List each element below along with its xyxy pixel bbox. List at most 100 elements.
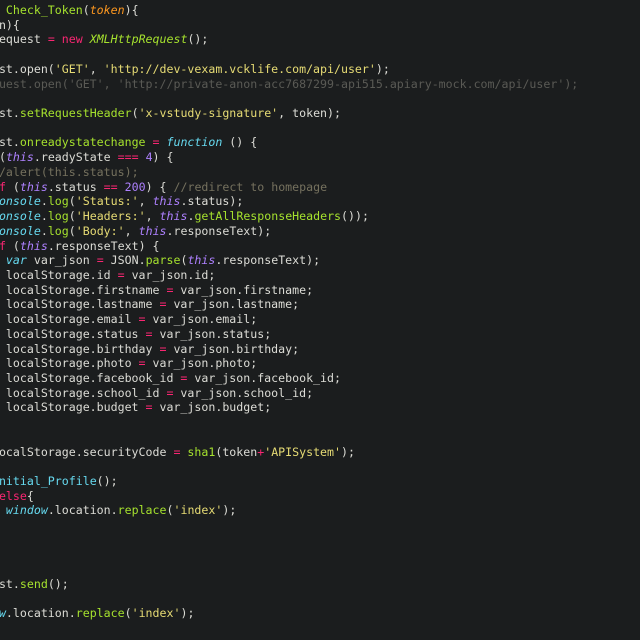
code-token: === — [117, 150, 139, 165]
code-line[interactable]: ndow.location.replace('index'); — [0, 606, 578, 621]
code-line[interactable]: console.log('Headers:', this.getAllRespo… — [0, 209, 578, 224]
code-line[interactable]: quest.open('GET', 'http://dev-vexam.vckl… — [0, 62, 578, 77]
code-token: send — [19, 577, 48, 592]
code-token: localStorage.school_id — [5, 385, 160, 400]
code-token: localStorage.firstname — [5, 282, 160, 297]
code-line[interactable]: if (this.responseText) { — [0, 239, 578, 254]
code-line[interactable] — [0, 121, 578, 136]
code-token: this — [19, 238, 48, 253]
code-line[interactable]: Initial_Profile(); — [0, 474, 578, 489]
code-line[interactable]: e{ — [0, 592, 578, 607]
code-token: var_json.email; — [145, 312, 258, 327]
code-token: this — [187, 253, 216, 268]
code-token: = — [145, 400, 153, 415]
code-line[interactable]: //alert(this.status); — [0, 165, 578, 180]
code-token: ( — [68, 194, 76, 209]
code-token: //redirect to homepage — [173, 179, 328, 194]
code-line[interactable]: var var_json = JSON.parse(this.responseT… — [0, 253, 578, 268]
code-line[interactable] — [0, 562, 578, 577]
code-token: = — [152, 135, 160, 150]
code-token: .responseText); — [215, 253, 321, 268]
code-token: console — [0, 223, 41, 238]
code-token: replace — [75, 606, 125, 621]
code-token: this — [159, 209, 188, 224]
code-line[interactable] — [0, 430, 578, 445]
code-line[interactable]: quest.onreadystatechange = function () { — [0, 135, 578, 150]
code-token: else — [0, 488, 27, 503]
code-line[interactable]: oken){ — [0, 18, 578, 33]
code-line[interactable]: localStorage.birthday = var_json.birthda… — [0, 342, 578, 357]
code-line[interactable]: console.log('Body:', this.responseText); — [0, 224, 578, 239]
code-token: .status); — [180, 194, 244, 209]
code-line[interactable]: }else{ — [0, 489, 578, 504]
code-token: ( — [5, 179, 20, 194]
code-line[interactable] — [0, 91, 578, 106]
code-token: (token — [215, 444, 258, 459]
code-token: console — [0, 194, 41, 209]
code-token: this — [5, 150, 34, 165]
code-line[interactable]: localStorage.status = var_json.status; — [0, 327, 578, 342]
code-token: Check_Token — [5, 3, 83, 17]
code-token: localStorage.email — [5, 312, 132, 327]
code-line[interactable]: quest.setRequestHeader('x-vstudy-signatu… — [0, 106, 578, 121]
code-line[interactable]: localStorage.firstname = var_json.firstn… — [0, 283, 578, 298]
code-line[interactable]: r request = new XMLHttpRequest(); — [0, 32, 578, 47]
code-line[interactable]: window.location.replace('index'); — [0, 503, 578, 518]
code-line[interactable]: localStorage.school_id = var_json.school… — [0, 386, 578, 401]
code-line[interactable]: localStorage.photo = var_json.photo; — [0, 356, 578, 371]
code-line[interactable]: localStorage.facebook_id = var_json.face… — [0, 371, 578, 386]
code-line[interactable]: } — [0, 533, 578, 548]
code-token: quest. — [0, 135, 20, 150]
code-editor[interactable]: ion Check_Token(token){oken){r request =… — [0, 0, 640, 640]
code-line[interactable] — [0, 548, 578, 563]
code-line[interactable]: localStorage.lastname = var_json.lastnam… — [0, 297, 578, 312]
code-line[interactable]: console.log('Status:', this.status); — [0, 194, 578, 209]
code-line[interactable]: if (this.status == 200) { //redirect to … — [0, 180, 578, 195]
code-line[interactable]: } — [0, 518, 578, 533]
code-line[interactable] — [0, 459, 578, 474]
code-line[interactable]: request.open('GET', 'http://private-anon… — [0, 77, 578, 92]
code-token: quest.open( — [0, 61, 55, 76]
code-line[interactable]: localStorage.securityCode = sha1(token+'… — [0, 445, 578, 460]
code-token: ) { — [152, 150, 174, 165]
code-token: function — [166, 135, 223, 150]
code-token: request.open('GET', 'http://private-anon… — [0, 76, 579, 91]
code-token: XMLHttpRequest — [89, 32, 188, 47]
code-line[interactable]: localStorage.id = var_json.id; — [0, 268, 578, 283]
code-token: token — [89, 3, 125, 17]
code-token: this — [138, 223, 167, 238]
code-line[interactable]: quest.send(); — [0, 577, 578, 592]
code-token: .location. — [5, 606, 76, 621]
code-token: localStorage.securityCode — [0, 444, 167, 459]
code-token: = — [145, 326, 153, 341]
code-line[interactable]: } — [0, 415, 578, 430]
code-token: log — [47, 194, 69, 209]
code-line[interactable]: localStorage.email = var_json.email; — [0, 312, 578, 327]
code-token: ()); — [341, 209, 369, 224]
code-token: ); — [180, 606, 195, 621]
code-lines: ion Check_Token(token){oken){r request =… — [0, 3, 578, 621]
code-token: , — [145, 209, 160, 224]
code-line[interactable]: ion Check_Token(token){ — [0, 3, 578, 18]
code-token: localStorage.budget — [5, 400, 139, 415]
code-line[interactable]: localStorage.budget = var_json.budget; — [0, 400, 578, 415]
code-token: .responseText); — [166, 223, 272, 238]
code-line[interactable] — [0, 47, 578, 62]
code-token: window — [5, 503, 48, 518]
code-token: ); — [341, 444, 355, 459]
code-token: (); — [96, 474, 118, 488]
code-token: parse — [145, 253, 181, 268]
code-token: quest. — [0, 577, 20, 592]
code-token: ); — [375, 61, 390, 76]
code-token: var_json.budget; — [152, 400, 272, 415]
code-token: this — [19, 179, 48, 194]
code-line[interactable]: if (this.readyState === 4) { — [0, 150, 578, 165]
code-token: .status — [47, 179, 104, 194]
code-token: 'Headers:' — [75, 209, 146, 224]
code-token: = — [138, 356, 146, 371]
code-token: ) { — [145, 179, 174, 194]
code-token: setRequestHeader — [19, 106, 132, 121]
